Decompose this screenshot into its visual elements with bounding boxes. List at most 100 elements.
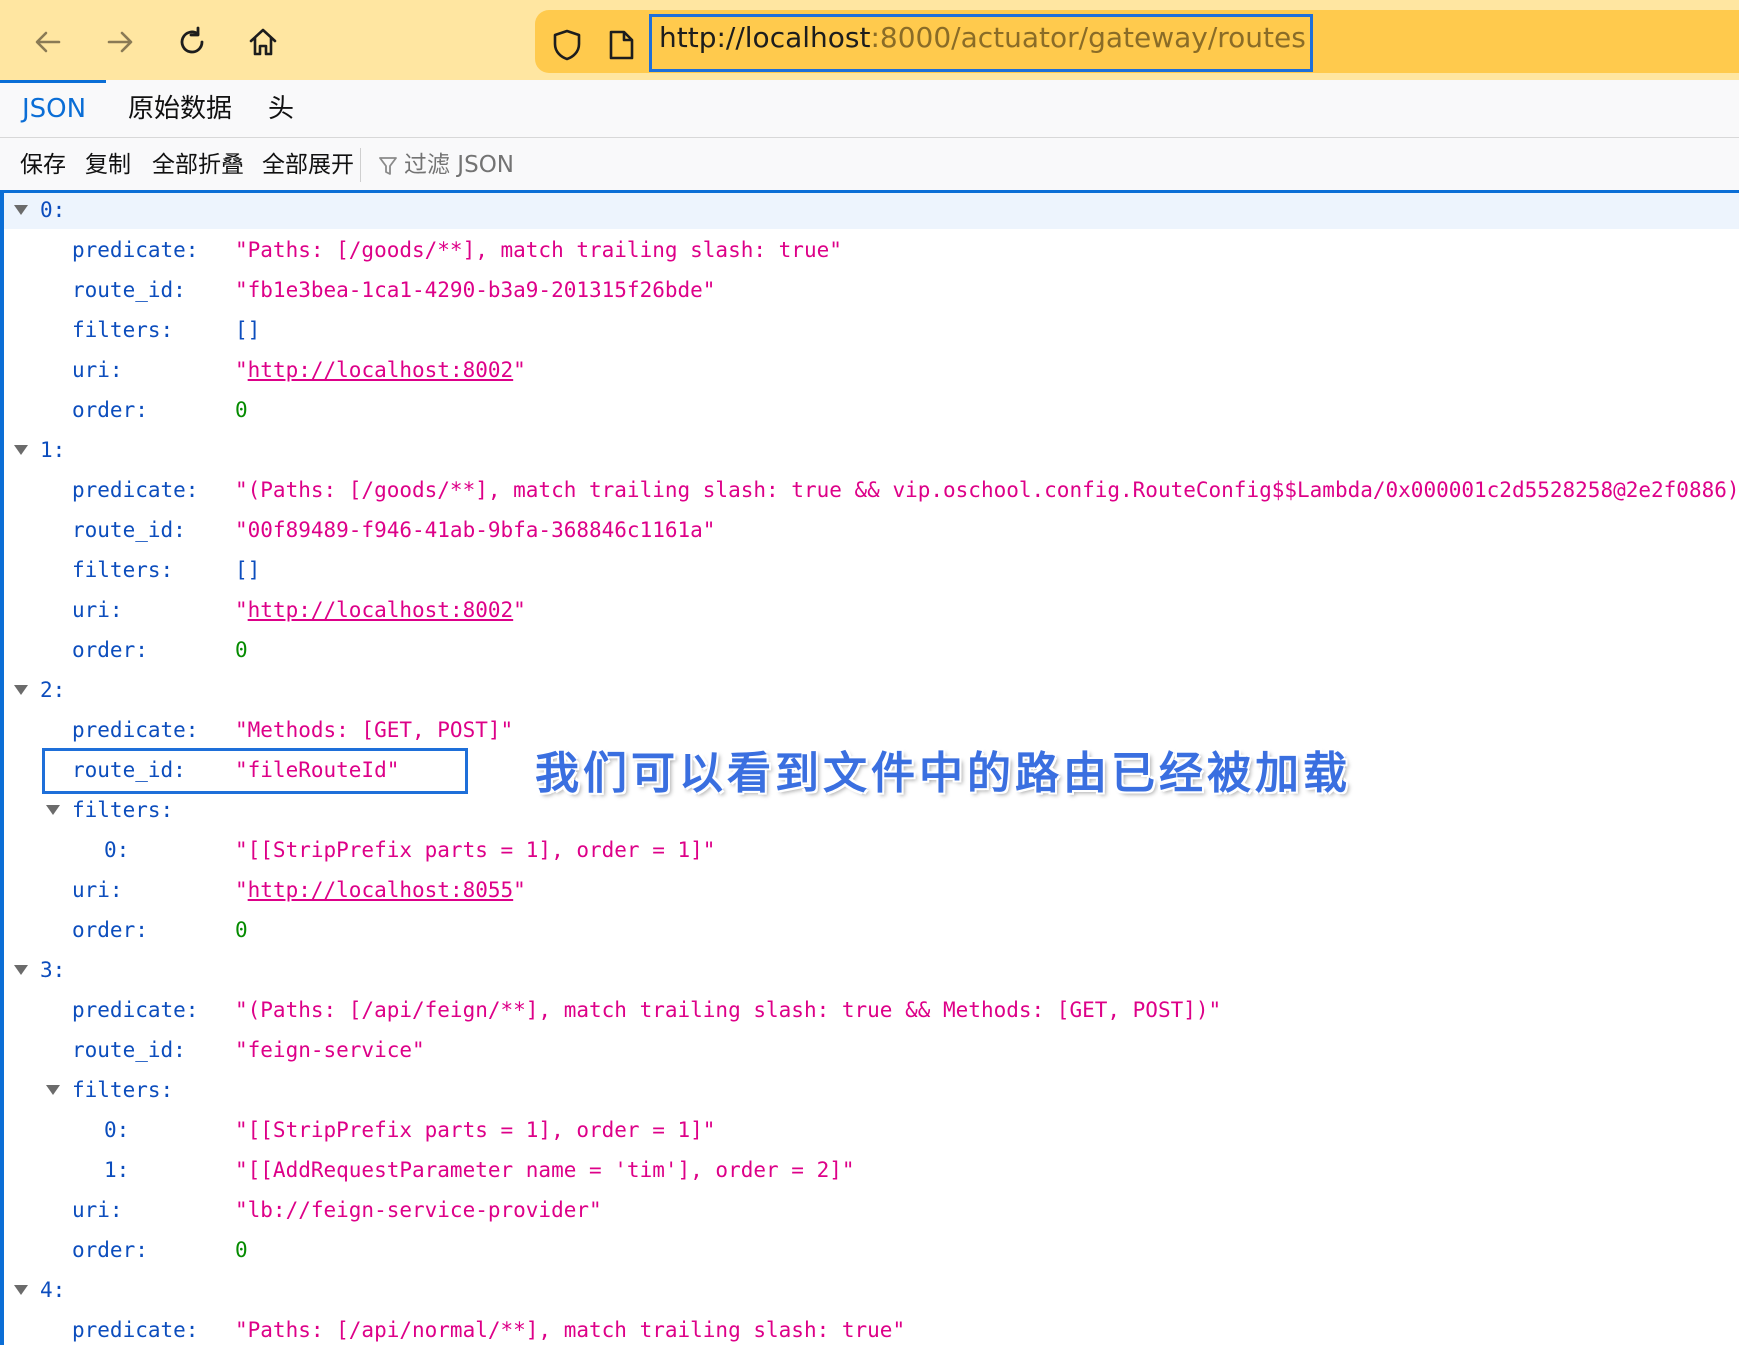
json-value: "[[StripPrefix parts = 1], order = 1]": [235, 1118, 716, 1142]
json-key: filters:: [72, 318, 174, 342]
collapse-all-button[interactable]: 全部折叠: [152, 138, 244, 192]
json-key: route_id:: [72, 1038, 186, 1062]
json-key: predicate:: [72, 1318, 199, 1342]
json-value: 0: [235, 918, 248, 942]
json-key: predicate:: [72, 238, 199, 262]
json-key: order:: [72, 398, 148, 422]
json-row[interactable]: order: 0: [0, 630, 1739, 670]
json-key: filters:: [72, 558, 174, 582]
filter-json-input[interactable]: 过滤 JSON: [378, 138, 514, 192]
json-value: "[[StripPrefix parts = 1], order = 1]": [235, 838, 716, 862]
expand-toggle-icon[interactable]: [14, 965, 28, 975]
json-key: order:: [72, 918, 148, 942]
annotation-caption: 我们可以看到文件中的路由已经被加载: [535, 748, 1351, 799]
url-text[interactable]: http://localhost:8000/actuator/gateway/r…: [659, 21, 1306, 54]
reload-icon: [180, 26, 204, 54]
json-row[interactable]: 3:: [0, 950, 1739, 990]
tab-json[interactable]: JSON: [22, 80, 86, 138]
json-row[interactable]: 0: "[[StripPrefix parts = 1], order = 1]": [0, 1110, 1739, 1150]
uri-link[interactable]: http://localhost:8002: [248, 358, 514, 382]
json-key: uri:: [72, 878, 123, 902]
viewer-tabs: JSON 原始数据 头: [0, 80, 1739, 138]
json-key: order:: [72, 1238, 148, 1262]
uri-link[interactable]: http://localhost:8002: [248, 598, 514, 622]
copy-button[interactable]: 复制: [85, 138, 131, 192]
json-row[interactable]: order: 0: [0, 390, 1739, 430]
json-row[interactable]: filters:: [0, 1070, 1739, 1110]
uri-link[interactable]: http://localhost:8055: [248, 878, 514, 902]
json-row[interactable]: predicate: "(Paths: [/api/feign/**], matc…: [0, 990, 1739, 1030]
tab-headers[interactable]: 头: [268, 80, 294, 138]
json-value-link[interactable]: "http://localhost:8002": [235, 590, 526, 630]
json-value-link[interactable]: "http://localhost:8055": [235, 870, 526, 910]
back-button[interactable]: [24, 18, 72, 66]
json-key: 2:: [40, 678, 66, 702]
expand-toggle-icon[interactable]: [14, 1285, 28, 1295]
json-row[interactable]: route_id: "feign-service": [0, 1030, 1739, 1070]
expand-all-button[interactable]: 全部展开: [262, 138, 354, 192]
expand-toggle-icon[interactable]: [14, 445, 28, 455]
json-row[interactable]: predicate: "(Paths: [/goods/**], match tr…: [0, 470, 1739, 510]
json-value: 0: [235, 638, 248, 662]
expand-toggle-icon[interactable]: [14, 685, 28, 695]
json-key: 3:: [40, 958, 66, 982]
json-value: "Paths: [/api/normal/**], match trailing…: [235, 1318, 906, 1342]
expand-toggle-icon[interactable]: [46, 1085, 60, 1095]
json-row[interactable]: uri: "http://localhost:8055": [0, 870, 1739, 910]
json-key: 4:: [40, 1278, 66, 1302]
filter-placeholder: 过滤 JSON: [404, 152, 515, 178]
json-row[interactable]: filters: []: [0, 550, 1739, 590]
expand-toggle-icon[interactable]: [46, 805, 60, 815]
json-row[interactable]: 0:: [0, 190, 1739, 230]
json-row[interactable]: 1: "[[AddRequestParameter name = 'tim'], …: [0, 1150, 1739, 1190]
home-button[interactable]: [239, 18, 287, 66]
json-row[interactable]: 0: "[[StripPrefix parts = 1], order = 1]": [0, 830, 1739, 870]
reload-button[interactable]: [168, 18, 216, 66]
json-value: "[[AddRequestParameter name = 'tim'], or…: [235, 1158, 855, 1182]
json-value-link[interactable]: "http://localhost:8002": [235, 350, 526, 390]
json-key: predicate:: [72, 718, 199, 742]
json-row[interactable]: 4:: [0, 1270, 1739, 1310]
json-row[interactable]: route_id: "00f89489-f946-41ab-9bfa-368846…: [0, 510, 1739, 550]
json-row[interactable]: uri: "lb://feign-service-provider": [0, 1190, 1739, 1230]
save-button[interactable]: 保存: [20, 138, 66, 192]
json-value: "(Paths: [/api/feign/**], match trailing…: [235, 998, 1222, 1022]
url-path: :8000/actuator/gateway/routes: [870, 21, 1306, 54]
tab-raw-data[interactable]: 原始数据: [128, 80, 232, 138]
json-key: filters:: [72, 1078, 174, 1102]
json-value: "feign-service": [235, 1038, 425, 1062]
json-key: uri:: [72, 598, 123, 622]
json-key: route_id:: [72, 278, 186, 302]
expand-toggle-icon[interactable]: [14, 205, 28, 215]
json-toolbar: 保存 复制 全部折叠 全部展开 过滤 JSON: [0, 138, 1739, 192]
json-value: "Methods: [GET, POST]": [235, 718, 514, 742]
json-key: 1:: [40, 438, 66, 462]
json-key: filters:: [72, 798, 174, 822]
json-row[interactable]: predicate: "Paths: [/api/normal/**], matc…: [0, 1310, 1739, 1350]
json-row[interactable]: order: 0: [0, 910, 1739, 950]
json-value: 0: [235, 1238, 248, 1262]
json-row[interactable]: route_id: "fb1e3bea-1ca1-4290-b3a9-201315…: [0, 270, 1739, 310]
json-row[interactable]: filters: []: [0, 310, 1739, 350]
json-row[interactable]: 1:: [0, 430, 1739, 470]
json-value: []: [235, 558, 261, 582]
json-row[interactable]: predicate: "Paths: [/goods/**], match tra…: [0, 230, 1739, 270]
json-row[interactable]: uri: "http://localhost:8002": [0, 590, 1739, 630]
json-row[interactable]: uri: "http://localhost:8002": [0, 350, 1739, 390]
json-key: 1:: [104, 1158, 130, 1182]
forward-button[interactable]: [96, 18, 144, 66]
json-key: uri:: [72, 358, 123, 382]
back-arrow-icon: [35, 31, 61, 53]
json-key: 0:: [40, 198, 66, 222]
json-row[interactable]: 2:: [0, 670, 1739, 710]
json-key: order:: [72, 638, 148, 662]
filter-icon: [379, 156, 397, 175]
json-row[interactable]: order: 0: [0, 1230, 1739, 1270]
json-key: predicate:: [72, 478, 199, 502]
shield-icon[interactable]: [549, 27, 585, 63]
url-host: http://localhost: [659, 21, 871, 54]
page-icon: [603, 27, 639, 63]
json-value: "00f89489-f946-41ab-9bfa-368846c1161a": [235, 518, 716, 542]
json-value: "fb1e3bea-1ca1-4290-b3a9-201315f26bde": [235, 278, 716, 302]
toolbar-separator: [360, 148, 361, 182]
